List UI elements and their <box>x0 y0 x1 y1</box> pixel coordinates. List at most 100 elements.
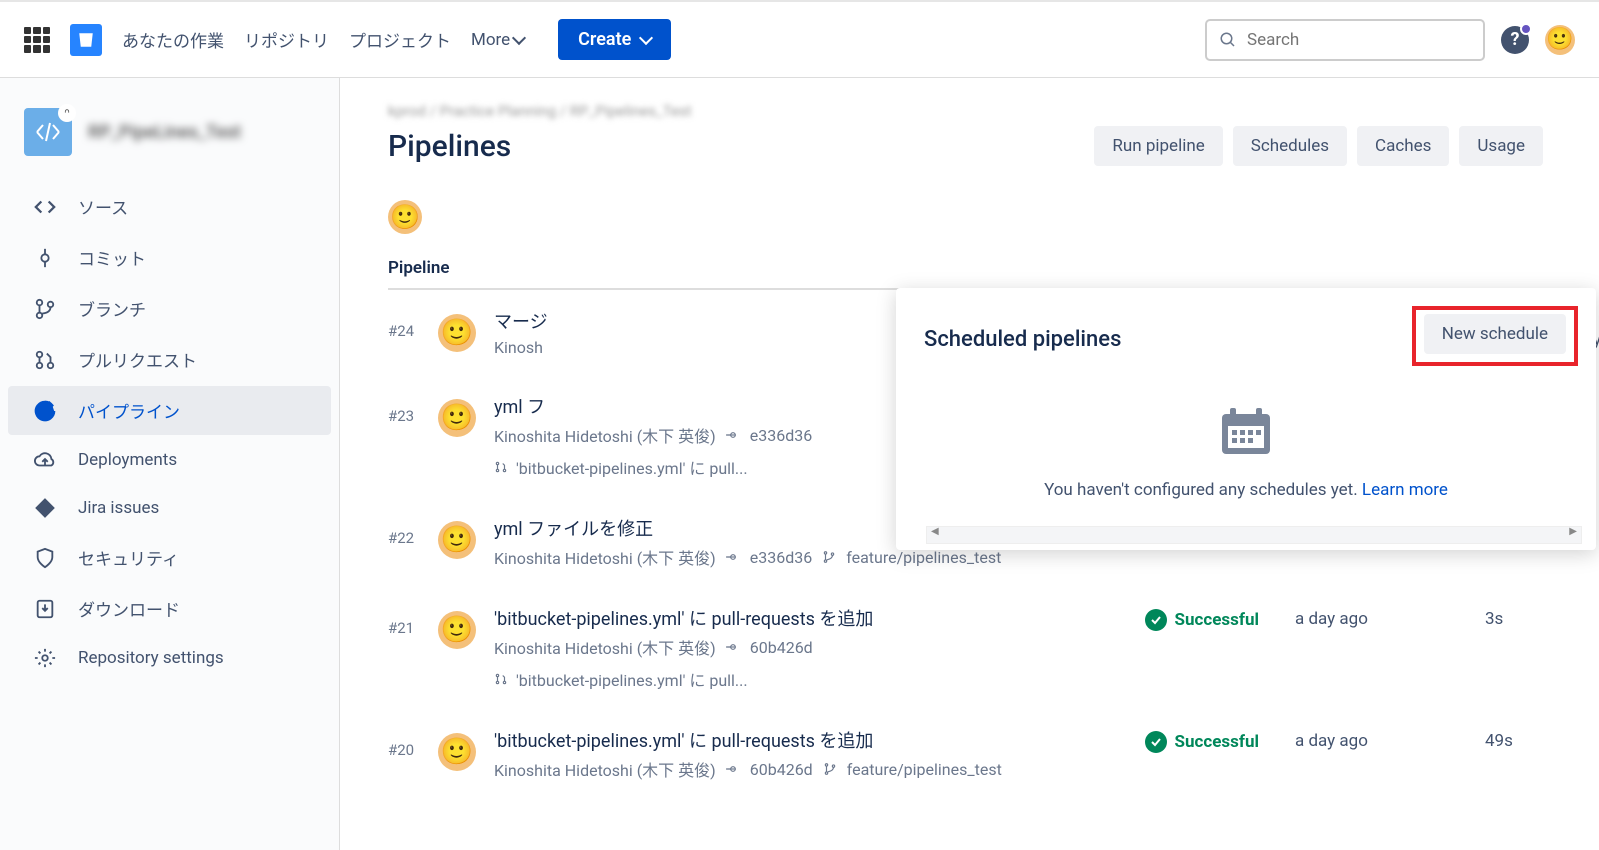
app-switcher-icon[interactable] <box>24 27 50 53</box>
status-text: Successful <box>1175 610 1259 630</box>
sidebar-item-deployments[interactable]: Deployments <box>8 437 331 483</box>
sidebar-item-source[interactable]: ソース <box>8 182 331 231</box>
more-label: More <box>471 30 510 50</box>
branch-name[interactable]: feature/pipelines_test <box>846 548 1001 567</box>
sidebar-item-security[interactable]: セキュリティ <box>8 533 331 582</box>
notification-dot <box>1520 23 1532 35</box>
commit-hash[interactable]: 60b426d <box>750 638 813 657</box>
create-label: Create <box>578 29 631 50</box>
commit-icon <box>726 550 740 564</box>
sidebar-item-label: Jira issues <box>78 498 159 518</box>
gear-icon <box>32 647 58 669</box>
create-button[interactable]: Create <box>558 19 671 60</box>
row-avatar: 🙂 <box>438 521 476 559</box>
success-icon <box>1145 731 1167 753</box>
schedules-button[interactable]: Schedules <box>1233 126 1347 166</box>
branch-name[interactable]: feature/pipelines_test <box>847 760 1002 779</box>
pull-request-icon <box>494 672 508 686</box>
row-avatar: 🙂 <box>438 314 476 352</box>
commit-icon <box>726 762 740 776</box>
commit-hash[interactable]: e336d36 <box>750 548 812 567</box>
user-avatar[interactable]: 🙂 <box>1545 25 1575 55</box>
pipeline-number: #24 <box>388 308 438 340</box>
sidebar-item-jira[interactable]: Jira issues <box>8 485 331 531</box>
caches-button[interactable]: Caches <box>1357 126 1449 166</box>
sidebar-item-settings[interactable]: Repository settings <box>8 635 331 681</box>
repo-icon <box>24 108 72 156</box>
nav-projects[interactable]: プロジェクト <box>349 23 451 56</box>
sidebar-item-commits[interactable]: コミット <box>8 233 331 282</box>
status-badge: Successful <box>1145 731 1259 753</box>
bitbucket-logo[interactable] <box>70 24 102 56</box>
row-avatar: 🙂 <box>438 611 476 649</box>
branch-icon <box>32 298 58 320</box>
filter-avatar[interactable]: 🙂 <box>388 200 422 234</box>
popover-title: Scheduled pipelines <box>924 327 1121 352</box>
highlight-box: New schedule <box>1412 306 1578 366</box>
sidebar: RP_PipeLines_Test ソース コミット ブランチ プルリクエスト … <box>0 78 340 850</box>
sidebar-item-label: Repository settings <box>78 648 224 668</box>
row-avatar: 🙂 <box>438 399 476 437</box>
horizontal-scrollbar[interactable] <box>926 526 1582 544</box>
row-avatar: 🙂 <box>438 733 476 771</box>
code-icon <box>32 196 58 218</box>
jira-icon <box>32 497 58 519</box>
author: Kinoshita Hidetoshi (木下 英俊) <box>494 757 716 781</box>
pipeline-row[interactable]: #21 🙂 'bitbucket-pipelines.yml' に pull-r… <box>388 587 1599 709</box>
sidebar-item-label: セキュリティ <box>78 545 179 570</box>
search-input[interactable] <box>1205 19 1485 61</box>
nav-your-work[interactable]: あなたの作業 <box>122 23 224 56</box>
sidebar-item-label: プルリクエスト <box>78 347 197 372</box>
nav-more-dropdown[interactable]: More <box>471 30 524 50</box>
help-button[interactable]: ? <box>1501 26 1529 54</box>
pipeline-number: #22 <box>388 515 438 547</box>
repo-header[interactable]: RP_PipeLines_Test <box>0 98 339 180</box>
lock-icon <box>58 104 76 122</box>
branch-icon <box>823 762 837 776</box>
author: Kinoshita Hidetoshi (木下 英俊) <box>494 423 716 447</box>
search-icon <box>1219 31 1237 49</box>
sidebar-item-label: パイプライン <box>78 398 180 423</box>
duration: 49s <box>1485 731 1555 751</box>
pipeline-number: #21 <box>388 605 438 637</box>
run-pipeline-button[interactable]: Run pipeline <box>1094 126 1222 166</box>
main-content: kprod / Practice Planning / RP_Pipelines… <box>340 78 1599 850</box>
col-pipeline: Pipeline <box>388 258 1148 278</box>
learn-more-link[interactable]: Learn more <box>1362 480 1448 500</box>
started-time: a day ago <box>1295 731 1445 751</box>
popover-message: You haven't configured any schedules yet… <box>916 480 1576 500</box>
new-schedule-button[interactable]: New schedule <box>1424 314 1566 354</box>
commit-icon <box>726 428 740 442</box>
sidebar-item-label: ダウンロード <box>78 596 180 621</box>
commit-icon <box>726 640 740 654</box>
pipeline-number: #23 <box>388 393 438 425</box>
commit-hash[interactable]: 60b426d <box>750 760 813 779</box>
sidebar-item-label: ブランチ <box>78 296 146 321</box>
commit-hash[interactable]: e336d36 <box>750 426 812 445</box>
download-icon <box>32 598 58 620</box>
search-field[interactable] <box>1247 30 1471 50</box>
sidebar-item-pull-requests[interactable]: プルリクエスト <box>8 335 331 384</box>
sidebar-item-pipelines[interactable]: パイプライン <box>8 386 331 435</box>
nav-repositories[interactable]: リポジトリ <box>244 23 329 56</box>
shield-icon <box>32 547 58 569</box>
usage-button[interactable]: Usage <box>1459 126 1543 166</box>
chevron-down-icon <box>512 30 526 44</box>
sidebar-item-branches[interactable]: ブランチ <box>8 284 331 333</box>
started-time: a day ago <box>1295 609 1445 629</box>
status-badge: Successful <box>1145 609 1259 631</box>
sidebar-item-label: Deployments <box>78 450 177 470</box>
pull-request-icon <box>494 460 508 474</box>
author: Kinoshita Hidetoshi (木下 英俊) <box>494 635 716 659</box>
top-navigation: あなたの作業 リポジトリ プロジェクト More Create ? 🙂 <box>0 0 1599 78</box>
pipeline-row[interactable]: #20 🙂 'bitbucket-pipelines.yml' に pull-r… <box>388 709 1599 799</box>
breadcrumb[interactable]: kprod / Practice Planning / RP_Pipelines… <box>388 102 1599 120</box>
table-header: Pipeline <box>388 258 1148 290</box>
status-text: Successful <box>1175 732 1259 752</box>
empty-text: You haven't configured any schedules yet… <box>1044 480 1362 500</box>
sidebar-item-label: コミット <box>78 245 146 270</box>
sidebar-item-downloads[interactable]: ダウンロード <box>8 584 331 633</box>
page-title: Pipelines <box>388 129 511 164</box>
author: Kinoshita Hidetoshi (木下 英俊) <box>494 545 716 569</box>
success-icon <box>1145 609 1167 631</box>
